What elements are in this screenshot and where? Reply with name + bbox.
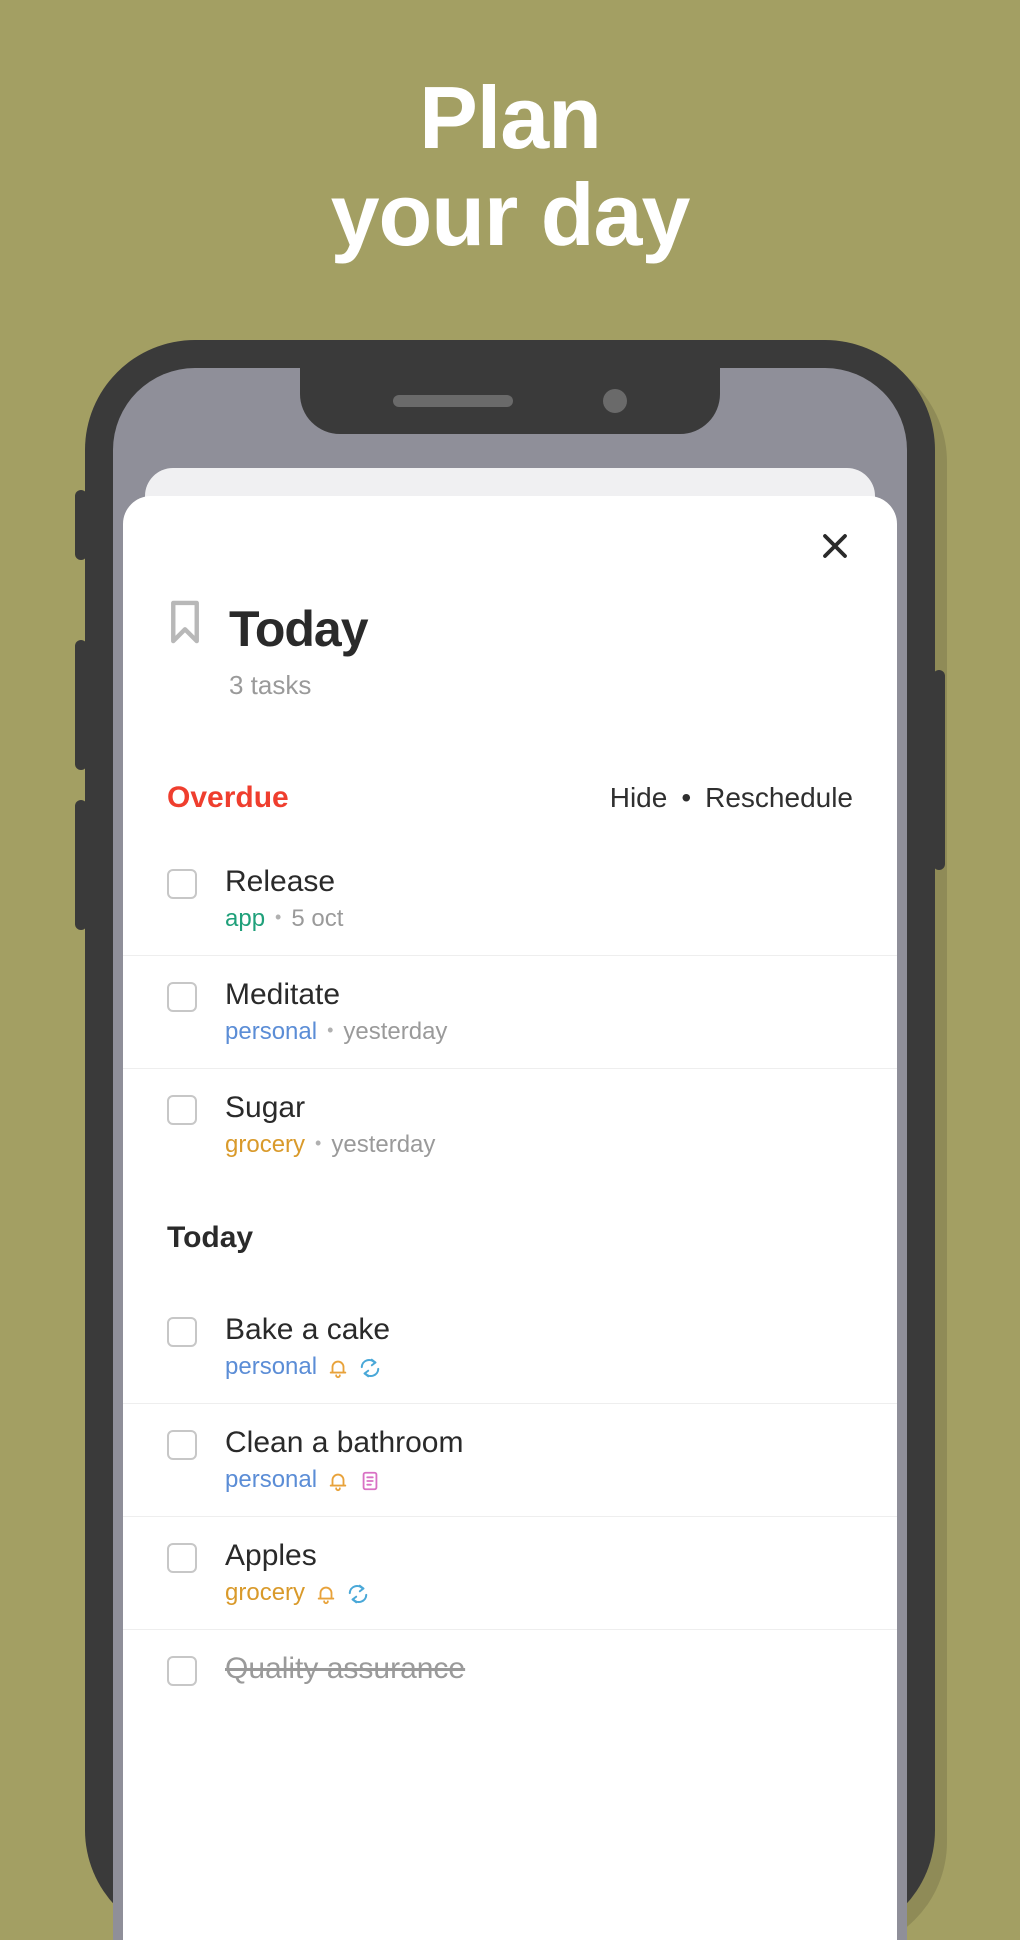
phone-volume-down [75,800,87,930]
task-tag[interactable]: grocery [225,1579,305,1607]
phone-notch [300,368,720,434]
task-body: Sugar grocery • yesterday [225,1091,853,1159]
bell-icon [315,1579,337,1607]
task-row[interactable]: Sugar grocery • yesterday [123,1069,897,1181]
task-checkbox[interactable] [167,1656,197,1686]
overdue-task-list: Release app • 5 oct Meditate personal • yesterd… [123,843,897,1181]
phone-speaker [393,395,513,407]
hero-line2: your day [0,167,1020,264]
task-date: yesterday [343,1018,447,1046]
task-count: 3 tasks [229,670,897,701]
phone-camera [603,389,627,413]
task-date: 5 oct [291,905,343,933]
task-body: Meditate personal • yesterday [225,978,853,1046]
hero-line1: Plan [0,70,1020,167]
today-task-list: Bake a cake personal Clean a bathroom perso… [123,1291,897,1708]
repeat-icon [347,1579,369,1607]
task-meta: personal • yesterday [225,1018,853,1046]
phone-mute-switch [75,490,87,560]
task-title: Apples [225,1539,853,1573]
task-body: Quality assurance [225,1652,853,1686]
overdue-actions: Hide • Reschedule [610,782,853,814]
bell-icon [327,1353,349,1381]
task-checkbox[interactable] [167,1317,197,1347]
task-checkbox[interactable] [167,1543,197,1573]
today-label: Today [167,1221,853,1255]
task-row[interactable]: Release app • 5 oct [123,843,897,956]
task-meta: personal [225,1466,853,1494]
task-title: Meditate [225,978,853,1012]
task-checkbox[interactable] [167,869,197,899]
task-title: Quality assurance [225,1652,853,1686]
task-body: Release app • 5 oct [225,865,853,933]
separator-dot: • [681,782,691,814]
hide-button[interactable]: Hide [610,782,668,814]
task-tag[interactable]: personal [225,1018,317,1046]
task-title: Sugar [225,1091,853,1125]
repeat-icon [359,1353,381,1381]
today-section-header: Today [123,1221,897,1255]
overdue-section-header: Overdue Hide • Reschedule [123,781,897,815]
task-checkbox[interactable] [167,982,197,1012]
task-row[interactable]: Clean a bathroom personal [123,1404,897,1517]
reschedule-button[interactable]: Reschedule [705,782,853,814]
phone-volume-up [75,640,87,770]
task-meta: personal [225,1353,853,1381]
bookmark-icon [167,600,203,649]
task-title: Release [225,865,853,899]
task-body: Apples grocery [225,1539,853,1607]
task-row[interactable]: Meditate personal • yesterday [123,956,897,1069]
overdue-label: Overdue [167,781,289,815]
hero-headline: Plan your day [0,70,1020,264]
close-button[interactable] [813,526,857,570]
task-row[interactable]: Quality assurance [123,1630,897,1708]
task-tag[interactable]: app [225,905,265,933]
task-title: Bake a cake [225,1313,853,1347]
note-icon [359,1466,381,1494]
separator-dot: • [315,1133,321,1154]
sheet-header: Today [123,600,897,658]
phone-power-button [933,670,945,870]
separator-dot: • [327,1020,333,1041]
task-date: yesterday [331,1131,435,1159]
page-title: Today [229,600,368,658]
task-meta: grocery • yesterday [225,1131,853,1159]
task-row[interactable]: Apples grocery [123,1517,897,1630]
task-body: Clean a bathroom personal [225,1426,853,1494]
today-sheet: Today 3 tasks Overdue Hide • Reschedule … [123,496,897,1940]
task-body: Bake a cake personal [225,1313,853,1381]
task-checkbox[interactable] [167,1095,197,1125]
task-tag[interactable]: personal [225,1466,317,1494]
phone-frame: Today 3 tasks Overdue Hide • Reschedule … [85,340,935,1940]
phone-screen: Today 3 tasks Overdue Hide • Reschedule … [113,368,907,1940]
bell-icon [327,1466,349,1494]
task-meta: grocery [225,1579,853,1607]
task-tag[interactable]: personal [225,1353,317,1381]
close-icon [820,531,850,566]
task-meta: app • 5 oct [225,905,853,933]
separator-dot: • [275,907,281,928]
task-checkbox[interactable] [167,1430,197,1460]
task-row[interactable]: Bake a cake personal [123,1291,897,1404]
task-tag[interactable]: grocery [225,1131,305,1159]
task-title: Clean a bathroom [225,1426,853,1460]
